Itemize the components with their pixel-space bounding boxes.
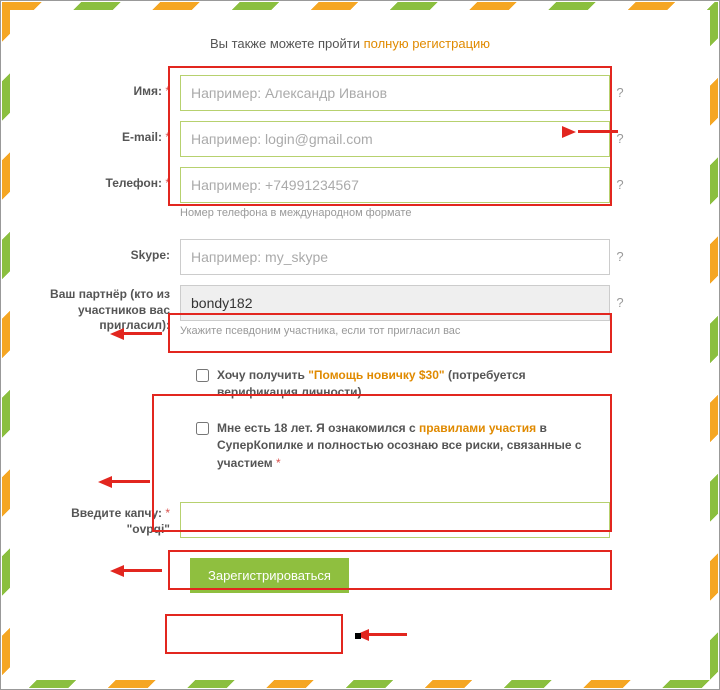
full-registration-link[interactable]: полную регистрацию: [364, 36, 490, 51]
skype-input[interactable]: [180, 239, 610, 275]
partner-hint: Укажите псевдоним участника, если тот пр…: [180, 325, 610, 337]
age-rules-text: Мне есть 18 лет. Я ознакомился с правила…: [217, 420, 598, 472]
top-text: Вы также можете пройти полную регистраци…: [30, 36, 670, 51]
phone-input[interactable]: [180, 167, 610, 203]
help-icon[interactable]: ?: [610, 285, 630, 310]
label-captcha: Введите капчу: * "ovpqi": [30, 502, 180, 537]
help-icon[interactable]: ?: [610, 239, 630, 264]
label-skype: Skype:: [30, 239, 180, 264]
checkbox-block: Хочу получить "Помощь новичку $30" (потр…: [180, 357, 610, 492]
highlight-box: [165, 614, 343, 654]
partner-input[interactable]: [180, 285, 610, 321]
name-input[interactable]: [180, 75, 610, 111]
help-icon[interactable]: ?: [610, 75, 630, 100]
form-panel: Вы также можете пройти полную регистраци…: [10, 10, 710, 680]
help-icon[interactable]: ?: [610, 167, 630, 192]
newbie-help-checkbox[interactable]: [196, 369, 209, 382]
label-name: Имя: *: [30, 75, 180, 100]
phone-hint: Номер телефона в международном формате: [180, 207, 610, 219]
label-partner: Ваш партнёр (кто из участников вас пригл…: [30, 285, 180, 334]
email-input[interactable]: [180, 121, 610, 157]
label-phone: Телефон: *: [30, 167, 180, 192]
newbie-help-text: Хочу получить "Помощь новичку $30" (потр…: [217, 367, 598, 402]
rules-link[interactable]: правилами участия: [419, 421, 536, 435]
help-icon[interactable]: ?: [610, 121, 630, 146]
label-email: E-mail: *: [30, 121, 180, 146]
register-button[interactable]: Зарегистрироваться: [190, 558, 349, 593]
captcha-input[interactable]: [180, 502, 610, 538]
age-rules-checkbox[interactable]: [196, 422, 209, 435]
